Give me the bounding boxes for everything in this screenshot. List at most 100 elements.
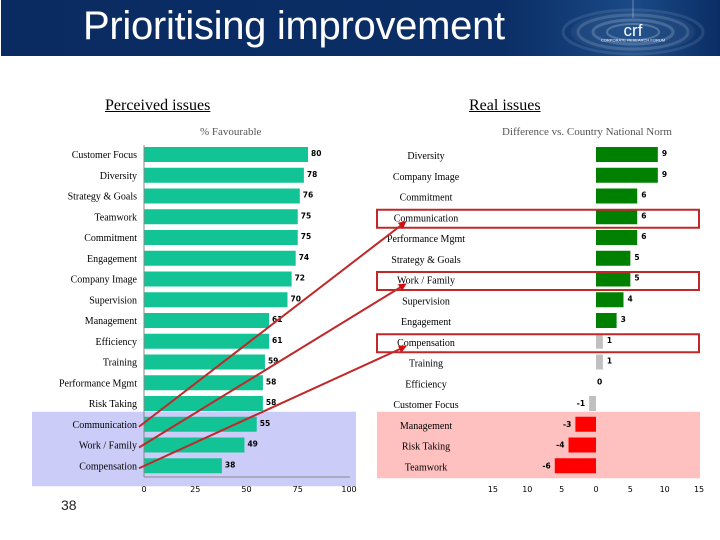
perceived-value-label: 49 [247, 440, 257, 449]
real-value-label: 1 [607, 336, 612, 345]
real-value-label: 3 [621, 315, 626, 324]
real-bar [568, 437, 596, 453]
real-category-label: Work / Family [397, 276, 455, 287]
perceived-x-tick-label: 50 [241, 485, 251, 494]
perceived-bar [144, 167, 304, 183]
real-x-tick-label: 0 [593, 485, 598, 494]
perceived-category-label: Training [103, 358, 137, 369]
perceived-bar [144, 271, 292, 287]
real-value-label: 5 [634, 274, 639, 283]
real-bar [596, 292, 624, 308]
perceived-bar [144, 437, 245, 453]
real-value-label: 6 [641, 191, 646, 200]
real-value-label: 6 [641, 232, 646, 241]
real-category-label: Training [409, 359, 443, 370]
real-category-label: Company Image [393, 172, 460, 183]
real-value-label: -1 [577, 399, 585, 408]
real-x-tick-label: 10 [660, 485, 670, 494]
perceived-category-label: Work / Family [79, 441, 137, 452]
real-value-label: 9 [662, 149, 667, 158]
perceived-x-tick-label: 25 [190, 485, 200, 494]
perceived-value-label: 75 [301, 211, 311, 220]
real-x-tick-label: 5 [628, 485, 633, 494]
perceived-bar [144, 209, 298, 225]
perceived-bar [144, 230, 298, 245]
perceived-bar [144, 250, 296, 266]
perceived-value-label: 75 [301, 232, 311, 241]
real-value-label: 9 [662, 170, 667, 179]
real-bar [596, 209, 638, 225]
perceived-category-label: Customer Focus [72, 150, 137, 161]
perceived-bar [144, 354, 265, 370]
real-value-label: -6 [542, 461, 550, 470]
perceived-bar [144, 313, 270, 328]
real-bar [596, 354, 603, 370]
real-value-label: 1 [607, 357, 612, 366]
real-value-label: 0 [597, 377, 602, 386]
perceived-value-label: 72 [295, 274, 305, 283]
perceived-category-label: Teamwork [94, 212, 137, 223]
perceived-x-tick-label: 0 [141, 485, 146, 494]
real-value-label: 4 [627, 294, 632, 303]
real-value-label: -4 [556, 441, 564, 450]
charts-canvas: Customer Focus 80 Diversity 78 Strategy & Go… [32, 145, 704, 494]
real-bar [596, 147, 658, 162]
perceived-category-label: Company Image [71, 275, 138, 286]
perceived-category-label: Diversity [100, 171, 137, 182]
perceived-bar [144, 188, 300, 204]
real-x-tick-label: 15 [488, 485, 498, 494]
real-category-label: Management [400, 421, 452, 432]
perceived-category-label: Risk Taking [89, 399, 137, 410]
real-category-label: Strategy & Goals [391, 255, 461, 266]
real-x-tick-label: 15 [694, 485, 704, 494]
real-bar [596, 250, 631, 266]
perceived-category-label: Compensation [79, 461, 137, 472]
real-category-label: Compensation [397, 338, 455, 349]
real-x-tick-label: 10 [522, 485, 532, 494]
real-category-label: Teamwork [405, 462, 448, 473]
perceived-category-label: Performance Mgmt [59, 378, 137, 389]
perceived-x-tick-label: 100 [341, 485, 356, 494]
perceived-category-label: Communication [73, 420, 137, 431]
perceived-bar [144, 416, 257, 432]
perceived-bar [144, 292, 288, 308]
perceived-category-label: Strategy & Goals [68, 192, 138, 203]
perceived-x-tick-label: 75 [293, 485, 303, 494]
real-value-label: 6 [641, 211, 646, 220]
real-bar [596, 230, 638, 245]
real-bar [596, 313, 617, 328]
perceived-value-label: 76 [303, 191, 313, 200]
perceived-value-label: 78 [307, 170, 317, 179]
perceived-value-label: 61 [272, 336, 282, 345]
perceived-value-label: 70 [291, 294, 301, 303]
perceived-category-label: Efficiency [96, 337, 137, 348]
real-value-label: -3 [563, 420, 571, 429]
real-bar [554, 458, 596, 474]
real-value-label: 5 [634, 253, 639, 262]
real-bar [596, 167, 658, 183]
perceived-category-label: Commitment [84, 233, 137, 244]
real-category-label: Risk Taking [402, 442, 450, 453]
perceived-value-label: 38 [225, 460, 235, 469]
real-category-label: Efficiency [405, 379, 446, 390]
real-bar [575, 416, 596, 432]
perceived-category-label: Engagement [87, 254, 137, 265]
real-category-label: Engagement [401, 317, 451, 328]
perceived-category-label: Management [85, 316, 137, 327]
real-bar [596, 188, 638, 204]
real-category-label: Customer Focus [393, 400, 458, 411]
real-bar [596, 333, 603, 349]
real-bar [596, 271, 631, 287]
real-category-label: Performance Mgmt [387, 234, 465, 245]
perceived-value-label: 80 [311, 149, 321, 158]
real-category-label: Commitment [400, 193, 453, 204]
real-category-label: Supervision [402, 296, 450, 307]
perceived-bar [144, 147, 308, 162]
perceived-value-label: 58 [266, 377, 276, 386]
page-number: 38 [61, 497, 77, 513]
real-category-label: Diversity [407, 151, 444, 162]
perceived-value-label: 55 [260, 419, 270, 428]
real-bar [589, 396, 596, 411]
perceived-category-label: Supervision [89, 295, 137, 306]
perceived-value-label: 74 [299, 253, 309, 262]
